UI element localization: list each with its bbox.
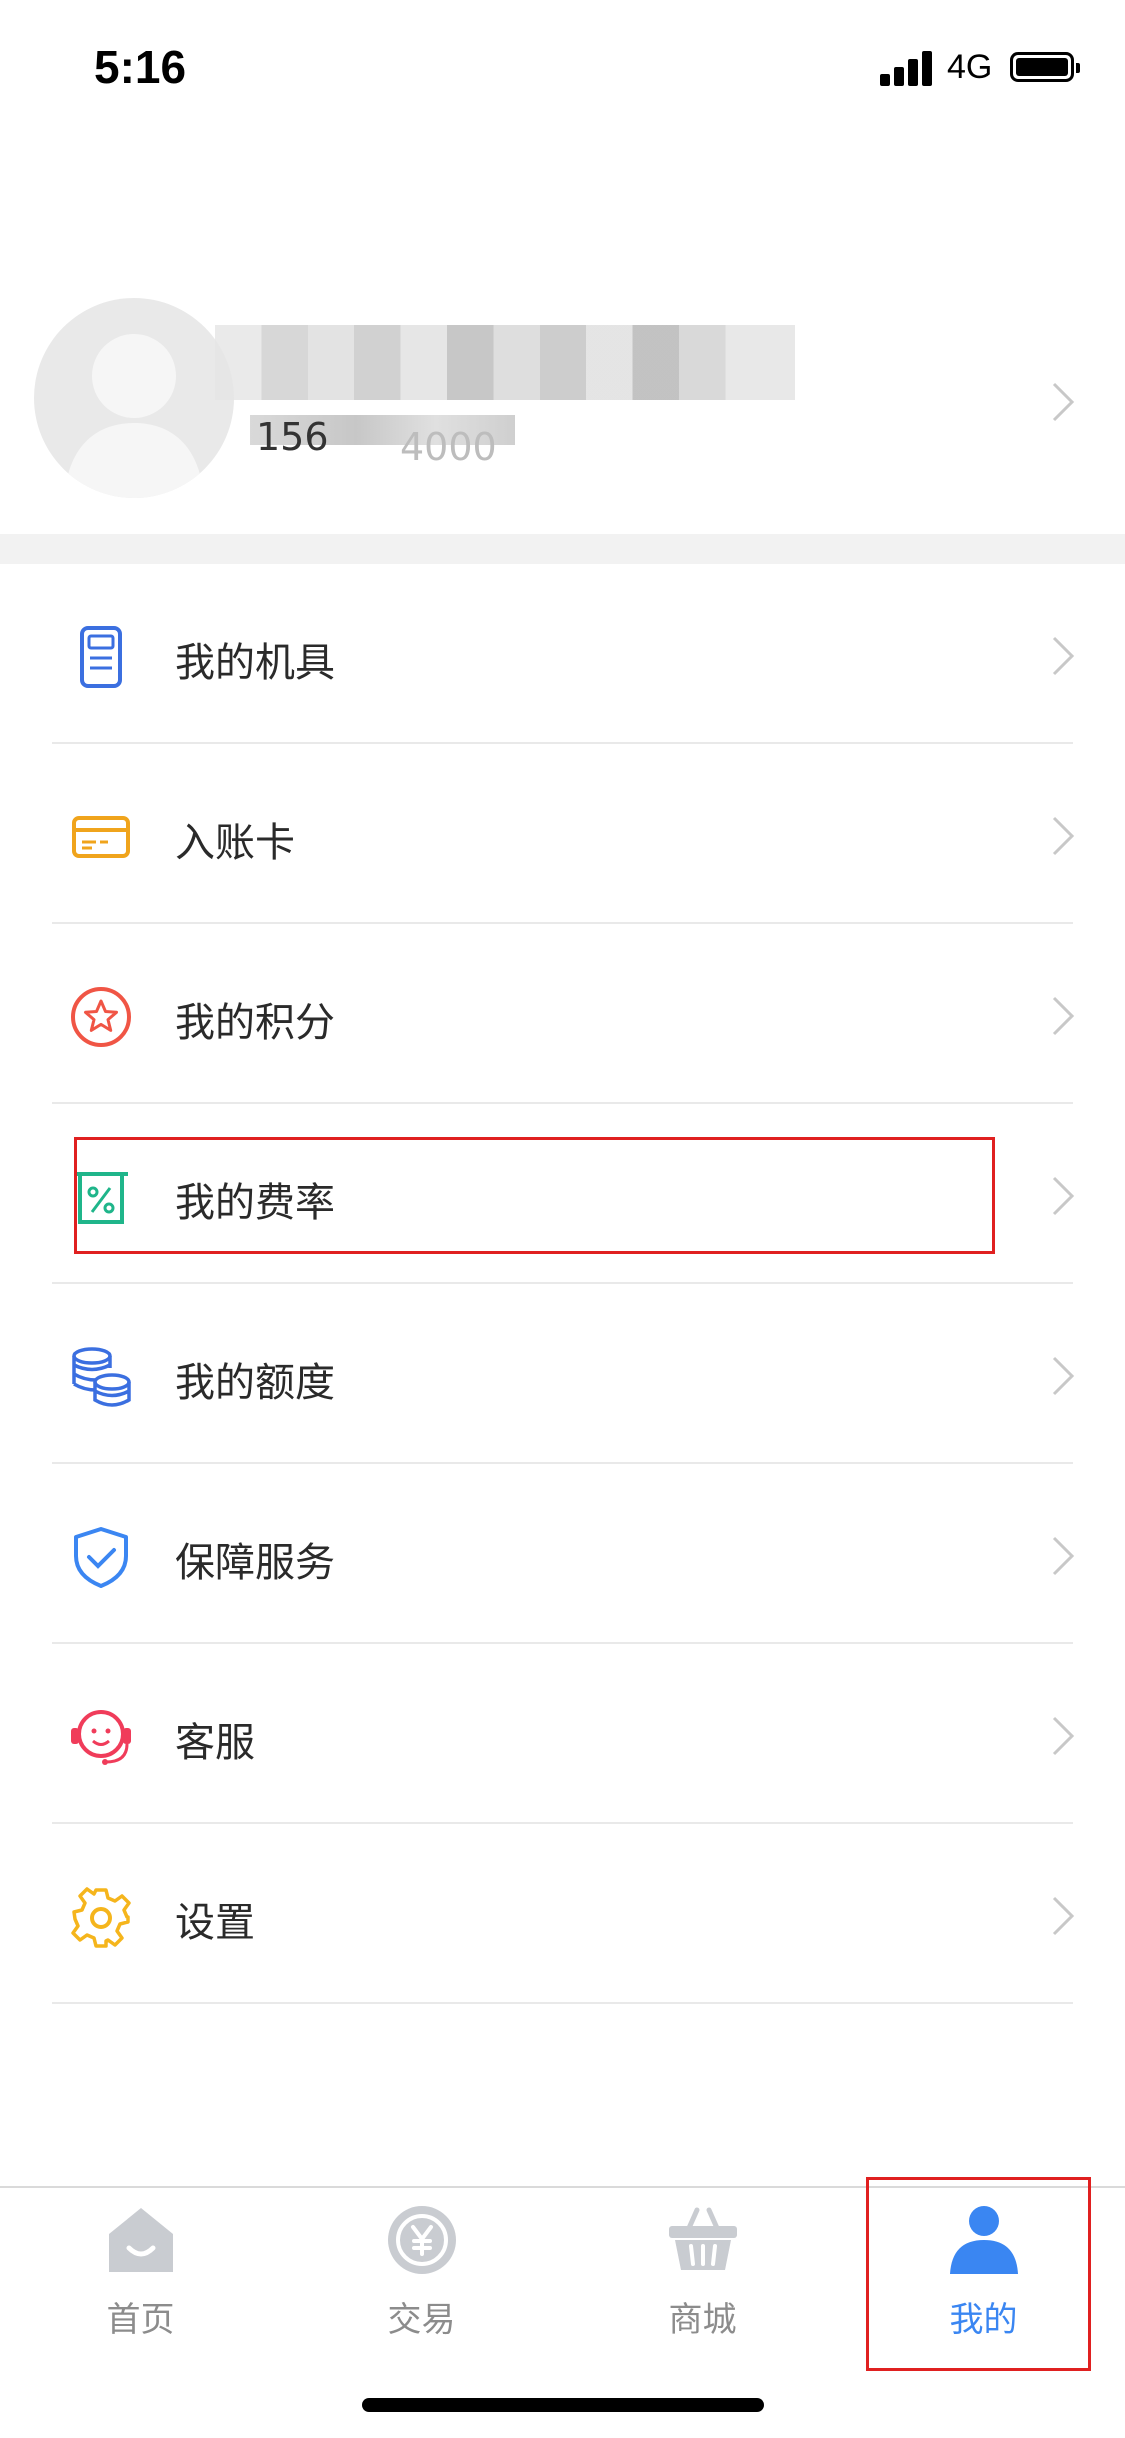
chevron-right-icon bbox=[1050, 1174, 1076, 1218]
menu-item-protection-service[interactable]: 保障服务 bbox=[0, 1464, 1125, 1644]
highlight-annotation-rate bbox=[74, 1137, 995, 1254]
signal-icon bbox=[880, 50, 936, 86]
tab-transactions[interactable]: 交易 bbox=[281, 2188, 562, 2368]
user-name-blurred bbox=[215, 325, 795, 400]
customer-service-icon bbox=[68, 1704, 134, 1770]
menu-item-settlement-card[interactable]: 入账卡 bbox=[0, 744, 1125, 924]
divider bbox=[52, 2002, 1073, 2004]
home-indicator[interactable] bbox=[362, 2398, 764, 2412]
pos-device-icon bbox=[68, 624, 134, 690]
phone-suffix: 4000 bbox=[400, 425, 497, 469]
profile-card[interactable]: 156 4000 bbox=[0, 290, 1125, 530]
menu-item-settings[interactable]: 设置 bbox=[0, 1824, 1125, 2004]
menu-item-customer-service[interactable]: 客服 bbox=[0, 1644, 1125, 1824]
tab-label: 商城 bbox=[668, 2300, 737, 2340]
tab-label: 交易 bbox=[387, 2300, 456, 2340]
menu-item-my-devices[interactable]: 我的机具 bbox=[0, 564, 1125, 744]
menu-item-my-limit[interactable]: 我的额度 bbox=[0, 1284, 1125, 1464]
menu-item-label: 我的机具 bbox=[175, 640, 335, 686]
menu-item-label: 保障服务 bbox=[175, 1540, 335, 1586]
chevron-right-icon bbox=[1050, 380, 1076, 424]
highlight-annotation-mine-tab bbox=[866, 2177, 1091, 2371]
chevron-right-icon bbox=[1050, 1894, 1076, 1938]
phone-prefix: 156 bbox=[256, 415, 329, 459]
default-avatar-icon bbox=[64, 334, 204, 498]
network-type: 4G bbox=[947, 48, 993, 86]
menu-list: 我的机具 入账卡 我的积分 我的费率 我的额度 保障服务 客服 设置 bbox=[0, 564, 1125, 2004]
chevron-right-icon bbox=[1050, 814, 1076, 858]
phone-number: 156 4000 bbox=[250, 415, 530, 469]
gear-icon bbox=[68, 1884, 134, 1950]
status-bar: 5:16 4G bbox=[0, 0, 1125, 140]
bank-card-icon bbox=[68, 804, 134, 870]
avatar[interactable] bbox=[34, 298, 234, 498]
menu-item-label: 我的额度 bbox=[175, 1360, 335, 1406]
chevron-right-icon bbox=[1050, 994, 1076, 1038]
chevron-right-icon bbox=[1050, 1534, 1076, 1578]
tab-mall[interactable]: 商城 bbox=[562, 2188, 843, 2368]
star-points-icon bbox=[68, 984, 134, 1050]
battery-icon bbox=[1010, 52, 1080, 82]
tab-label: 首页 bbox=[106, 2300, 175, 2340]
shield-check-icon bbox=[68, 1524, 134, 1590]
home-icon bbox=[105, 2204, 177, 2276]
yuan-coin-icon bbox=[386, 2204, 458, 2276]
menu-item-label: 客服 bbox=[175, 1720, 255, 1766]
shopping-basket-icon bbox=[667, 2204, 739, 2276]
menu-item-my-points[interactable]: 我的积分 bbox=[0, 924, 1125, 1104]
tab-home[interactable]: 首页 bbox=[0, 2188, 281, 2368]
coins-stack-icon bbox=[68, 1344, 134, 1410]
menu-item-label: 我的积分 bbox=[175, 1000, 335, 1046]
menu-item-label: 入账卡 bbox=[175, 820, 295, 866]
chevron-right-icon bbox=[1050, 1714, 1076, 1758]
chevron-right-icon bbox=[1050, 1354, 1076, 1398]
status-time: 5:16 bbox=[94, 41, 187, 93]
menu-item-label: 设置 bbox=[175, 1900, 255, 1946]
chevron-right-icon bbox=[1050, 634, 1076, 678]
section-divider bbox=[0, 534, 1125, 564]
